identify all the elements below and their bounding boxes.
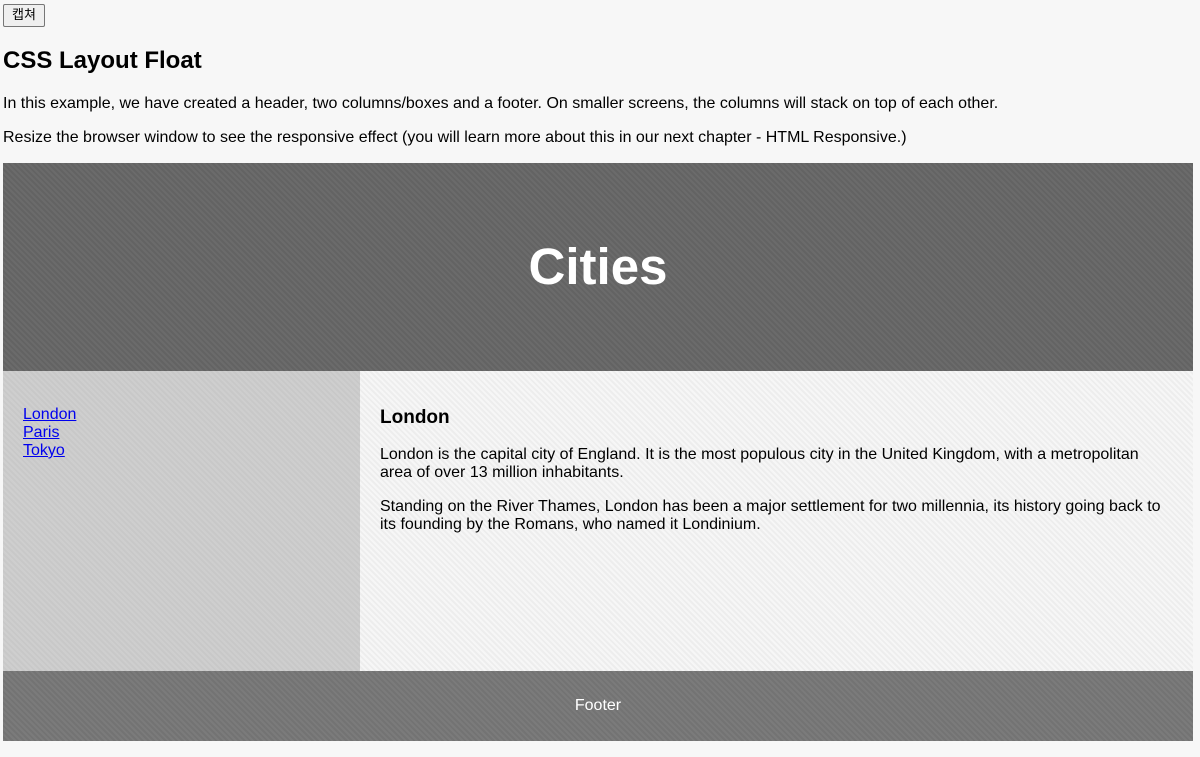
intro-paragraph-1: In this example, we have created a heade… xyxy=(3,95,999,112)
content-row: London Paris Tokyo London London is the … xyxy=(3,371,1193,671)
article-paragraph-1: London is the capital city of England. I… xyxy=(380,446,1139,481)
city-nav: London Paris Tokyo xyxy=(3,371,360,671)
page-title: CSS Layout Float xyxy=(3,47,202,74)
capture-button[interactable]: 캡쳐 xyxy=(3,4,45,27)
header-title: Cities xyxy=(528,238,668,295)
nav-item-paris: Paris xyxy=(23,424,340,442)
page-footer: Footer xyxy=(3,671,1193,741)
nav-link-london[interactable]: London xyxy=(23,406,76,423)
intro-paragraph-2: Resize the browser window to see the res… xyxy=(3,129,907,146)
article-heading: London xyxy=(380,407,450,428)
city-nav-list: London Paris Tokyo xyxy=(23,406,340,460)
nav-link-paris[interactable]: Paris xyxy=(23,424,59,441)
footer-text: Footer xyxy=(574,697,622,714)
nav-link-tokyo[interactable]: Tokyo xyxy=(23,442,65,459)
article-paragraph-2: Standing on the River Thames, London has… xyxy=(380,498,1161,533)
nav-item-london: London xyxy=(23,406,340,424)
layout-container: Cities London Paris Tokyo London London … xyxy=(3,163,1193,741)
city-article: London London is the capital city of Eng… xyxy=(360,371,1193,671)
nav-item-tokyo: Tokyo xyxy=(23,442,340,460)
cities-header: Cities xyxy=(3,163,1193,371)
